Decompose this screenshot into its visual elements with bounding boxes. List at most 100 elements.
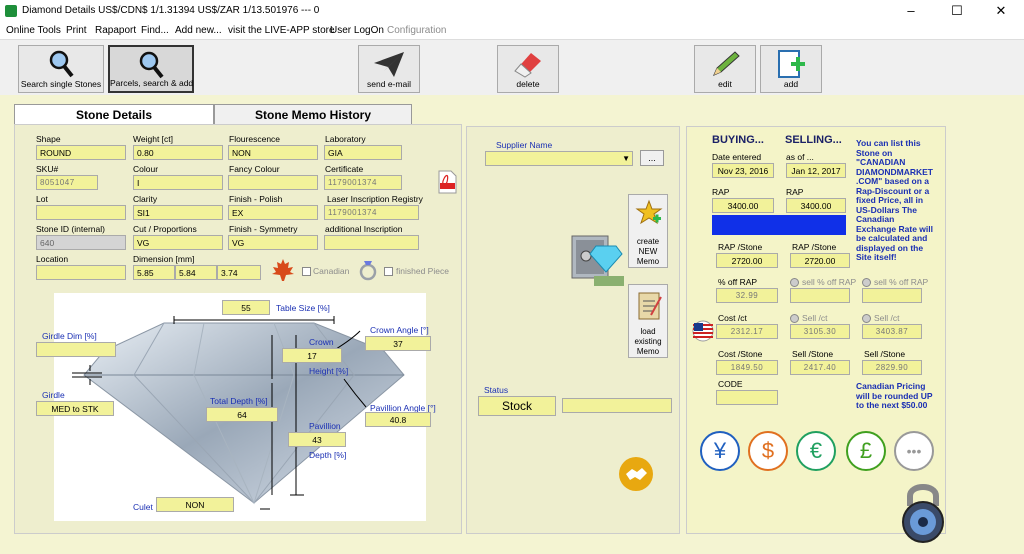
cost-per-ct-field[interactable]: 2312.17 (716, 324, 778, 339)
girdle-dim-field[interactable] (36, 342, 116, 357)
more-currencies-button[interactable]: ••• (894, 431, 934, 471)
sell-pct-off-rap-label-2: sell % off RAP (874, 277, 929, 287)
finished-piece-checkbox[interactable] (384, 267, 393, 276)
pct-off-rap-field[interactable]: 32.99 (716, 288, 778, 303)
status-label: Status (484, 385, 509, 395)
sell-pct-off-rap-radio-2[interactable] (862, 278, 871, 287)
tab-stone-memo-history[interactable]: Stone Memo History (214, 104, 412, 124)
crown-field[interactable]: 17 (282, 348, 342, 363)
laser-inscription-field[interactable]: 1179001374 (324, 205, 419, 220)
rap-stone-buy-field[interactable]: 2720.00 (716, 253, 778, 268)
sell-per-ct-field-1[interactable]: 3105.30 (790, 324, 850, 339)
minimize-button[interactable]: – (888, 0, 934, 22)
create-new-memo-button[interactable]: create NEW Memo (628, 194, 668, 268)
pdf-icon[interactable] (437, 170, 457, 194)
clipboard-icon (638, 292, 662, 320)
symmetry-field[interactable]: VG (228, 235, 318, 250)
sell-per-ct-radio-1[interactable] (790, 314, 799, 323)
pavillion-angle-field[interactable]: 40.8 (365, 412, 431, 427)
menu-find[interactable]: Find... (141, 25, 169, 36)
sku-field[interactable]: 8051047 (36, 175, 98, 190)
location-label: Location (36, 254, 69, 264)
dimension-width-field[interactable]: 5.84 (175, 265, 217, 280)
menu-online-tools[interactable]: Online Tools (6, 25, 61, 36)
load-existing-memo-button[interactable]: load existing Memo (628, 284, 668, 358)
lot-field[interactable] (36, 205, 126, 220)
parcels-search-add-button[interactable]: Parcels, search & add (108, 45, 194, 93)
euro-currency-button[interactable]: € (796, 431, 836, 471)
pavillion-field[interactable]: 43 (288, 432, 346, 447)
culet-field[interactable]: NON (156, 497, 234, 512)
maple-leaf-icon (272, 259, 294, 281)
laboratory-field[interactable]: GIA (324, 145, 402, 160)
colour-label: Colour (133, 164, 159, 174)
additional-inscription-field[interactable] (324, 235, 419, 250)
star-add-icon (635, 199, 663, 225)
supplier-browse-button[interactable]: ... (640, 150, 664, 166)
pound-currency-button[interactable]: £ (846, 431, 886, 471)
handshake-icon[interactable] (618, 456, 654, 492)
supplier-name-select[interactable]: ▼ (485, 151, 633, 166)
sell-pct-off-rap-radio-1[interactable] (790, 278, 799, 287)
weight-label: Weight [ct] (133, 134, 173, 144)
edit-button[interactable]: edit (694, 45, 756, 93)
add-button[interactable]: add (760, 45, 822, 93)
clarity-field[interactable]: SI1 (133, 205, 223, 220)
as-of-field[interactable]: Jan 12, 2017 (786, 163, 846, 178)
shape-field[interactable]: ROUND (36, 145, 126, 160)
search-single-stones-button[interactable]: Search single Stones (18, 45, 104, 93)
date-entered-field[interactable]: Nov 23, 2016 (712, 163, 774, 178)
dollar-currency-button[interactable]: $ (748, 431, 788, 471)
menu-rapaport[interactable]: Rapaport (95, 25, 136, 36)
colour-field[interactable]: I (133, 175, 223, 190)
delete-button[interactable]: delete (497, 45, 559, 93)
fluorescence-field[interactable]: NON (228, 145, 318, 160)
sell-per-ct-radio-2[interactable] (862, 314, 871, 323)
code-label: CODE (718, 379, 743, 389)
menu-print[interactable]: Print (66, 25, 87, 36)
rap-buy-field[interactable]: 3400.00 (712, 198, 774, 213)
dropdown-arrow-icon: ▼ (622, 154, 630, 163)
girdle-field[interactable]: MED to STK (36, 401, 114, 416)
crown-angle-field[interactable]: 37 (365, 336, 431, 351)
rap-sell-field[interactable]: 3400.00 (786, 198, 846, 213)
status-note-field[interactable] (562, 398, 672, 413)
sell-per-stone-field-1[interactable]: 2417.40 (790, 360, 850, 375)
weight-field[interactable]: 0.80 (133, 145, 223, 160)
rap-stone-sell-field[interactable]: 2720.00 (790, 253, 850, 268)
total-depth-field[interactable]: 64 (206, 407, 278, 422)
table-size-field[interactable]: 55 (222, 300, 270, 315)
maximize-button[interactable]: ☐ (934, 0, 980, 22)
depth-label: Depth [%] (309, 450, 347, 460)
finished-piece-label: finished Piece (396, 266, 449, 276)
girdle-dim-label: Girdle Dim [%] (42, 331, 97, 341)
sell-per-stone-field-2[interactable]: 2829.90 (862, 360, 922, 375)
clarity-label: Clarity (133, 194, 158, 204)
location-field[interactable] (36, 265, 126, 280)
canadian-checkbox[interactable] (302, 267, 311, 276)
sell-pct-off-rap-field-1[interactable] (790, 288, 850, 303)
certificate-field[interactable]: 1179001374 (324, 175, 402, 190)
title-bar: Diamond Details US$/CDN$ 1/1.31394 US$/Z… (0, 0, 1024, 22)
tab-stone-details[interactable]: Stone Details (14, 104, 214, 124)
send-email-button[interactable]: send e-mail (358, 45, 420, 93)
sell-per-ct-field-2[interactable]: 3403.87 (862, 324, 922, 339)
dimension-length-field[interactable]: 5.85 (133, 265, 175, 280)
dimension-depth-field[interactable]: 3.74 (217, 265, 261, 280)
lock-icon[interactable] (896, 480, 950, 544)
fancy-colour-field[interactable] (228, 175, 318, 190)
sell-pct-off-rap-field-2[interactable] (862, 288, 922, 303)
code-field[interactable] (716, 390, 778, 405)
menu-add-new[interactable]: Add new... (175, 25, 222, 36)
close-button[interactable]: ✕ (978, 0, 1024, 22)
magnifier-icon (139, 51, 164, 79)
sell-per-stone-label-2: Sell /Stone (864, 349, 906, 359)
cut-field[interactable]: VG (133, 235, 223, 250)
status-field[interactable]: Stock (478, 396, 556, 416)
cost-per-stone-field[interactable]: 1849.50 (716, 360, 778, 375)
menu-live-app-store[interactable]: visit the LIVE-APP store (228, 25, 335, 36)
yen-currency-button[interactable]: ¥ (700, 431, 740, 471)
polish-field[interactable]: EX (228, 205, 318, 220)
rap-stone-sell-label: RAP /Stone (792, 242, 837, 252)
menu-user-logon[interactable]: User LogOn (330, 25, 384, 36)
